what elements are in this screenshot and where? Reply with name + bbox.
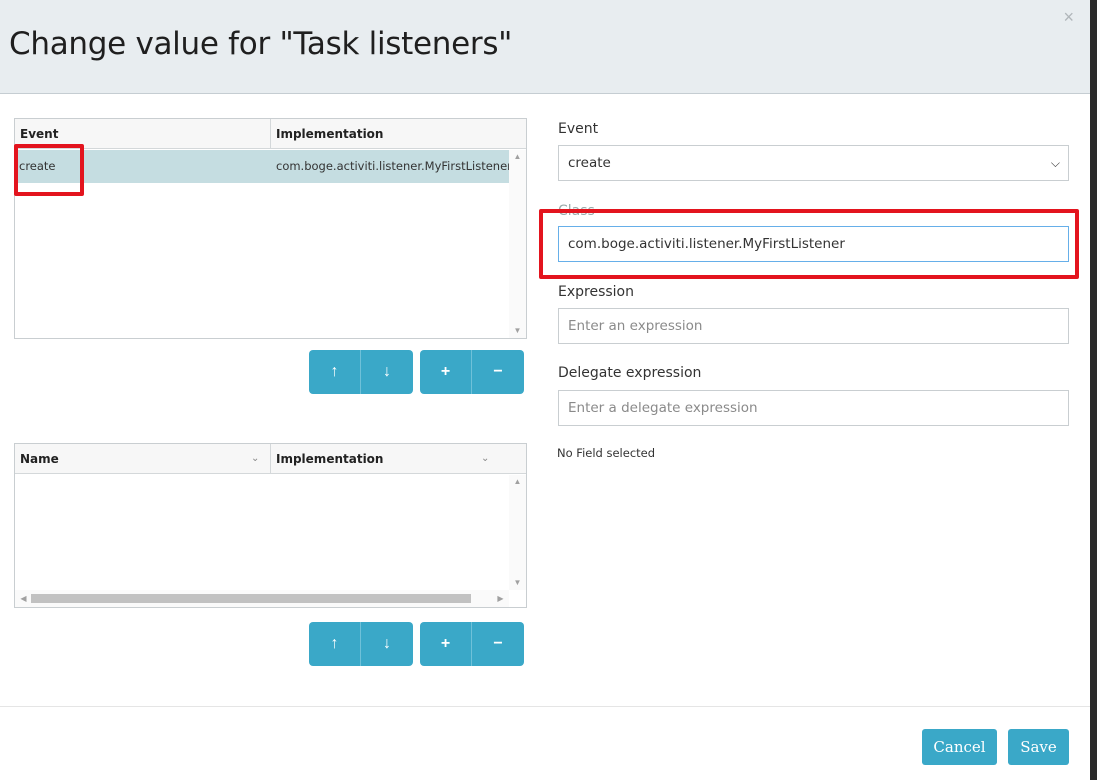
listeners-grid-header: Event Implementation bbox=[15, 119, 526, 149]
listener-event-cell: create bbox=[19, 159, 56, 173]
class-input-value: com.boge.activiti.listener.MyFirstListen… bbox=[568, 236, 845, 252]
add-field-button[interactable]: + bbox=[420, 622, 472, 666]
scroll-down-arrow-icon[interactable]: ▼ bbox=[509, 324, 526, 338]
expression-placeholder: Enter an expression bbox=[568, 318, 703, 334]
event-select-value: create bbox=[568, 155, 611, 171]
no-field-selected-text: No Field selected bbox=[557, 446, 656, 460]
remove-listener-button[interactable]: − bbox=[472, 350, 524, 394]
event-label: Event bbox=[558, 121, 599, 137]
event-select[interactable]: create ⌵ bbox=[558, 145, 1069, 181]
scroll-up-arrow-icon[interactable]: ▲ bbox=[509, 475, 526, 489]
delegate-expression-input[interactable]: Enter a delegate expression bbox=[558, 390, 1069, 426]
arrow-up-icon: ↑ bbox=[330, 635, 339, 652]
arrow-up-icon: ↑ bbox=[330, 363, 339, 380]
fields-grid: Name ⌄ Implementation ⌄ ▲ ▼ ◀ ▶ bbox=[14, 443, 527, 608]
chevron-down-icon: ⌵ bbox=[1050, 156, 1060, 170]
footer-divider bbox=[0, 706, 1090, 707]
column-header-implementation[interactable]: Implementation bbox=[271, 119, 511, 149]
listeners-grid: Event Implementation create com.boge.act… bbox=[14, 118, 527, 339]
delegate-expression-label: Delegate expression bbox=[558, 365, 702, 381]
arrow-down-icon: ↓ bbox=[383, 363, 391, 380]
field-move-down-button[interactable]: ↓ bbox=[361, 622, 413, 666]
fields-grid-header: Name ⌄ Implementation ⌄ bbox=[15, 444, 526, 474]
expression-input[interactable]: Enter an expression bbox=[558, 308, 1069, 344]
column-header-event[interactable]: Event bbox=[15, 119, 270, 149]
save-button[interactable]: Save bbox=[1008, 729, 1069, 765]
add-listener-button[interactable]: + bbox=[420, 350, 472, 394]
scroll-left-arrow-icon[interactable]: ◀ bbox=[15, 592, 32, 606]
move-up-button[interactable]: ↑ bbox=[309, 350, 361, 394]
close-icon[interactable]: × bbox=[1063, 8, 1074, 26]
listener-row[interactable]: create com.boge.activiti.listener.MyFirs… bbox=[15, 150, 509, 183]
listener-implementation-cell: com.boge.activiti.listener.MyFirstListen… bbox=[276, 159, 509, 173]
column-header-name[interactable]: Name bbox=[15, 444, 270, 474]
arrow-down-icon: ↓ bbox=[383, 635, 391, 652]
scrollbar-thumb[interactable] bbox=[31, 594, 471, 603]
column-header-field-implementation[interactable]: Implementation bbox=[271, 444, 511, 474]
move-down-button[interactable]: ↓ bbox=[361, 350, 413, 394]
chevron-down-icon[interactable]: ⌄ bbox=[481, 444, 489, 474]
listener-order-buttons: ↑ ↓ bbox=[309, 350, 413, 394]
minus-icon: − bbox=[493, 635, 503, 652]
listener-edit-buttons: + − bbox=[420, 350, 524, 394]
chevron-down-icon[interactable]: ⌄ bbox=[251, 444, 259, 474]
scroll-down-arrow-icon[interactable]: ▼ bbox=[509, 576, 526, 590]
scroll-right-arrow-icon[interactable]: ▶ bbox=[492, 592, 509, 606]
expression-label: Expression bbox=[558, 284, 634, 300]
plus-icon: + bbox=[440, 363, 451, 380]
minus-icon: − bbox=[493, 363, 503, 380]
fields-vertical-scrollbar[interactable]: ▲ ▼ bbox=[509, 475, 526, 590]
fields-horizontal-scrollbar[interactable]: ◀ ▶ bbox=[15, 590, 509, 607]
delegate-expression-placeholder: Enter a delegate expression bbox=[568, 400, 758, 416]
class-label: Class bbox=[558, 203, 595, 219]
field-edit-buttons: + − bbox=[420, 622, 524, 666]
listeners-vertical-scrollbar[interactable]: ▲ ▼ bbox=[509, 150, 526, 338]
class-input[interactable]: com.boge.activiti.listener.MyFirstListen… bbox=[558, 226, 1069, 262]
field-move-up-button[interactable]: ↑ bbox=[309, 622, 361, 666]
dialog-header: Change value for "Task listeners" × bbox=[0, 0, 1090, 94]
cancel-button[interactable]: Cancel bbox=[922, 729, 997, 765]
remove-field-button[interactable]: − bbox=[472, 622, 524, 666]
field-order-buttons: ↑ ↓ bbox=[309, 622, 413, 666]
dialog-title: Change value for "Task listeners" bbox=[9, 26, 513, 62]
scroll-up-arrow-icon[interactable]: ▲ bbox=[509, 150, 526, 164]
window-edge bbox=[1090, 0, 1097, 780]
task-listeners-dialog: Change value for "Task listeners" × Even… bbox=[0, 0, 1090, 780]
plus-icon: + bbox=[440, 635, 451, 652]
